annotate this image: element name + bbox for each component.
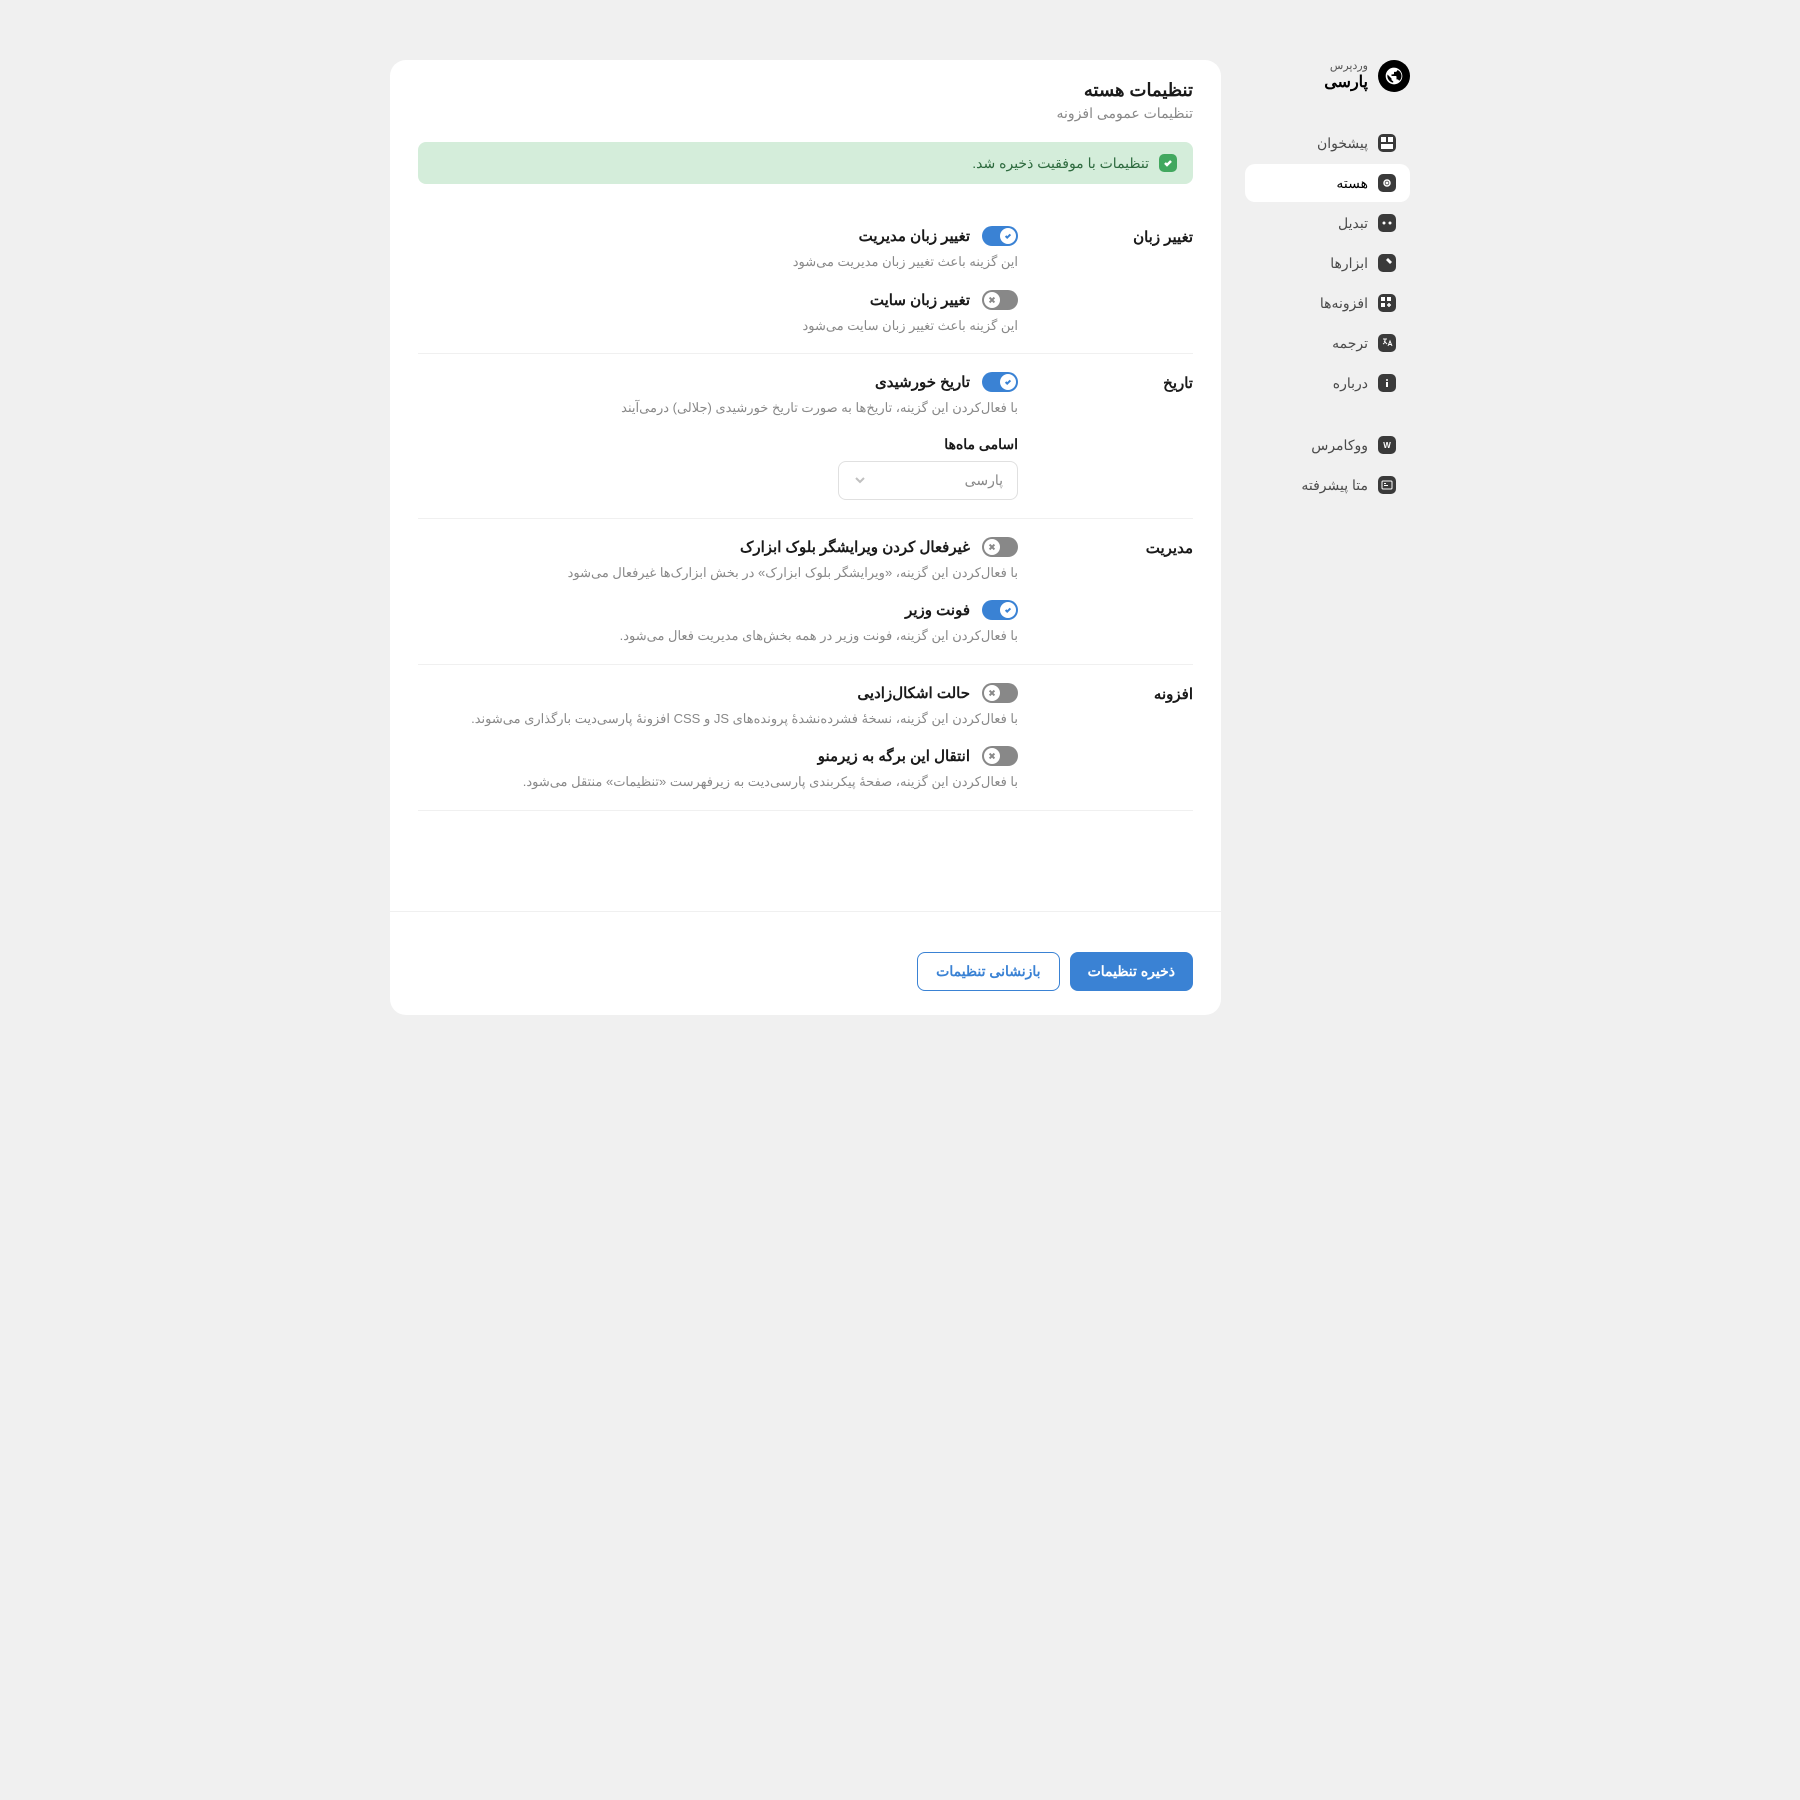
nav-label: ووکامرس (1311, 437, 1368, 454)
alert-text: تنظیمات با موفقیت ذخیره شد. (972, 155, 1149, 172)
option-admin-lang: تغییر زبان مدیریت این گزینه باعث تغییر ز… (418, 226, 1018, 272)
section-label: افزونه (1038, 683, 1193, 792)
option-desc: با فعال‌کردن این گزینه، «ویرایشگر بلوک ا… (418, 563, 1018, 583)
toggle-vazir-font[interactable] (982, 600, 1018, 620)
nav-label: افزونه‌ها (1320, 295, 1368, 312)
option-desc: با فعال‌کردن این گزینه، صفحهٔ پیکربندی پ… (418, 772, 1018, 792)
nav-translate[interactable]: ترجمه (1245, 324, 1410, 362)
option-desc: با فعال‌کردن این گزینه، فونت وزیر در همه… (418, 626, 1018, 646)
section-plugin: افزونه حالت اشکال‌زادیی با فعال‌کردن این… (418, 665, 1193, 811)
option-title: فونت وزیر (905, 601, 970, 619)
section-admin: مدیریت غیرفعال کردن ویرایشگر بلوک ابزارک… (418, 519, 1193, 665)
core-icon (1378, 174, 1396, 192)
nav-secondary: W ووکامرس متا پیشرفته (1245, 426, 1410, 504)
option-desc: با فعال‌کردن این گزینه، تاریخ‌ها به صورت… (418, 398, 1018, 418)
section-label: تغییر زبان (1038, 226, 1193, 335)
month-names-select[interactable]: پارسی (838, 461, 1018, 500)
section-label: مدیریت (1038, 537, 1193, 646)
toggle-move-to-submenu[interactable] (982, 746, 1018, 766)
option-vazir-font: فونت وزیر با فعال‌کردن این گزینه، فونت و… (418, 600, 1018, 646)
option-debug-mode: حالت اشکال‌زادیی با فعال‌کردن این گزینه،… (418, 683, 1018, 729)
toggle-site-lang[interactable] (982, 290, 1018, 310)
nav-core[interactable]: هسته (1245, 164, 1410, 202)
option-desc: این گزینه باعث تغییر زبان سایت می‌شود (418, 316, 1018, 336)
nav-label: تبدیل (1338, 215, 1368, 232)
svg-text:W: W (1383, 441, 1391, 450)
page-title: تنظیمات هسته (418, 80, 1193, 101)
option-disable-block-widget: غیرفعال کردن ویرایشگر بلوک ابزارک با فعا… (418, 537, 1018, 583)
content-panel: تنظیمات هسته تنظیمات عمومی افزونه تنظیما… (390, 60, 1221, 1015)
option-title: غیرفعال کردن ویرایشگر بلوک ابزارک (740, 538, 970, 556)
logo: وردپرس پارسی (1245, 60, 1410, 92)
save-button[interactable]: ذخیره تنظیمات (1070, 952, 1193, 991)
nav-plugins[interactable]: افزونه‌ها (1245, 284, 1410, 322)
option-title: تغییر زبان سایت (870, 291, 970, 309)
toggle-admin-lang[interactable] (982, 226, 1018, 246)
option-title: حالت اشکال‌زادیی (857, 684, 970, 702)
check-icon (1159, 154, 1177, 172)
nav-dashboard[interactable]: پیشخوان (1245, 124, 1410, 162)
option-desc: این گزینه باعث تغییر زبان مدیریت می‌شود (418, 252, 1018, 272)
reset-button[interactable]: بازنشانی تنظیمات (917, 952, 1059, 991)
section-language: تغییر زبان تغییر زبان مدیریت این گزینه ب… (418, 208, 1193, 354)
nav-woocommerce[interactable]: W ووکامرس (1245, 426, 1410, 464)
subfield-month-names: اسامی ماه‌ها پارسی (418, 436, 1018, 500)
info-icon (1378, 374, 1396, 392)
actions-bar: ذخیره تنظیمات بازنشانی تنظیمات (418, 932, 1193, 991)
page-subtitle: تنظیمات عمومی افزونه (418, 105, 1193, 122)
chevron-down-icon (853, 473, 867, 487)
acf-icon (1378, 476, 1396, 494)
nav-label: ترجمه (1332, 335, 1368, 352)
dashboard-icon (1378, 134, 1396, 152)
toggle-debug-mode[interactable] (982, 683, 1018, 703)
nav-label: متا پیشرفته (1301, 477, 1368, 494)
nav-acf[interactable]: متا پیشرفته (1245, 466, 1410, 504)
section-date: تاریخ تاریخ خورشیدی با فعال‌کردن این گزی… (418, 354, 1193, 519)
success-alert: تنظیمات با موفقیت ذخیره شد. (418, 142, 1193, 184)
tools-icon (1378, 254, 1396, 272)
option-title: تغییر زبان مدیریت (859, 227, 970, 245)
page-header: تنظیمات هسته تنظیمات عمومی افزونه (418, 80, 1193, 122)
logo-icon (1378, 60, 1410, 92)
option-site-lang: تغییر زبان سایت این گزینه باعث تغییر زبا… (418, 290, 1018, 336)
select-value: پارسی (965, 472, 1003, 489)
nav-primary: پیشخوان هسته تبدیل ابزارها افزونه‌ها ترج… (1245, 124, 1410, 402)
option-title: انتقال این برگه به زیرمنو (818, 747, 970, 765)
option-jalali: تاریخ خورشیدی با فعال‌کردن این گزینه، تا… (418, 372, 1018, 418)
option-desc: با فعال‌کردن این گزینه، نسخهٔ فشرده‌نشده… (418, 709, 1018, 729)
sidebar: وردپرس پارسی پیشخوان هسته تبدیل ابزارها (1245, 60, 1410, 1015)
woocommerce-icon: W (1378, 436, 1396, 454)
convert-icon (1378, 214, 1396, 232)
nav-label: هسته (1336, 175, 1368, 192)
nav-label: درباره (1333, 375, 1368, 392)
translate-icon (1378, 334, 1396, 352)
nav-convert[interactable]: تبدیل (1245, 204, 1410, 242)
section-label: تاریخ (1038, 372, 1193, 500)
toggle-jalali[interactable] (982, 372, 1018, 392)
option-title: تاریخ خورشیدی (875, 373, 970, 391)
subfield-label: اسامی ماه‌ها (418, 436, 1018, 453)
logo-subtitle: وردپرس (1324, 60, 1368, 73)
toggle-disable-block-widget[interactable] (982, 537, 1018, 557)
nav-label: ابزارها (1330, 255, 1368, 272)
nav-tools[interactable]: ابزارها (1245, 244, 1410, 282)
nav-about[interactable]: درباره (1245, 364, 1410, 402)
option-move-to-submenu: انتقال این برگه به زیرمنو با فعال‌کردن ا… (418, 746, 1018, 792)
nav-label: پیشخوان (1317, 135, 1368, 152)
plugins-icon (1378, 294, 1396, 312)
logo-title: پارسی (1324, 73, 1368, 92)
